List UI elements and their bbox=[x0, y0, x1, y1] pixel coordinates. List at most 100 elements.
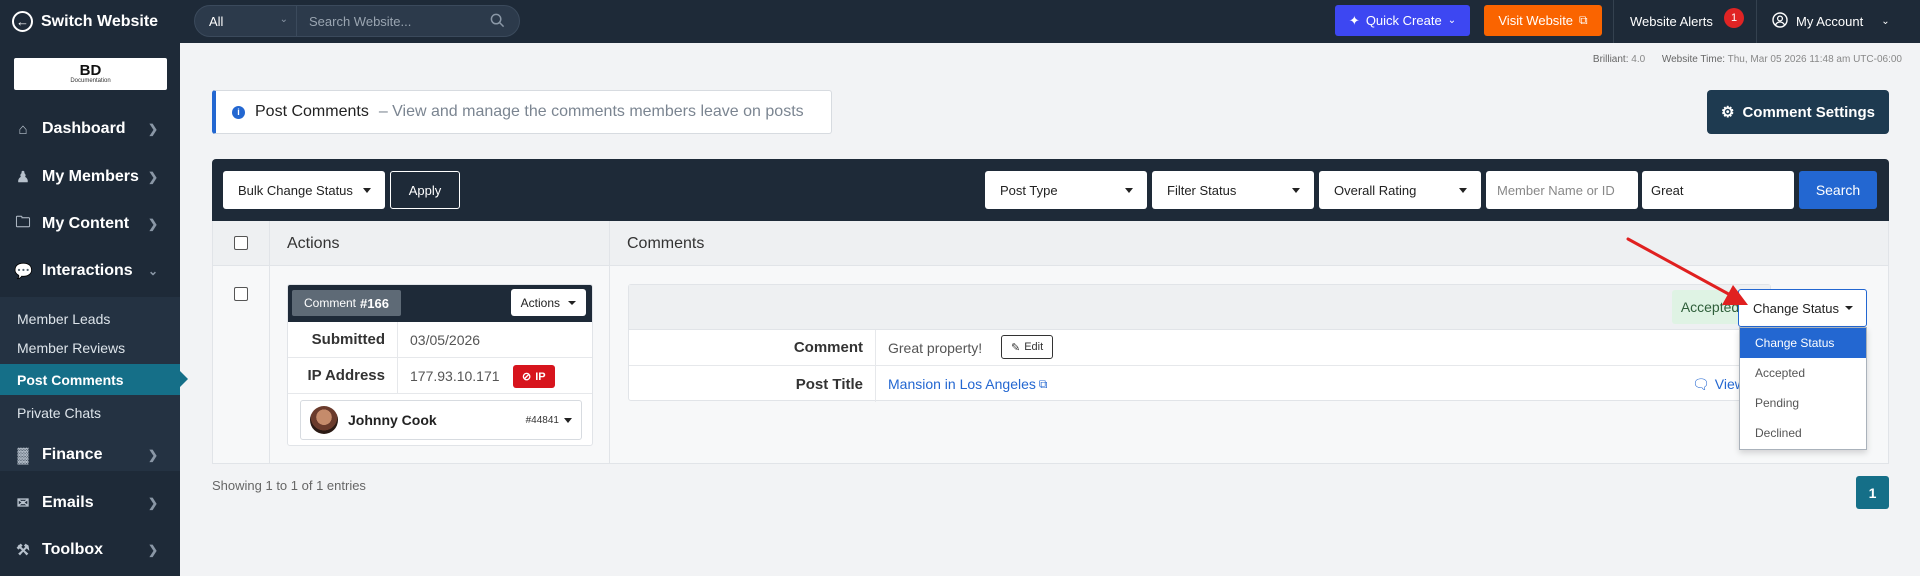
comment-settings-button[interactable]: ⚙ Comment Settings bbox=[1707, 90, 1889, 134]
ip-ban-button[interactable]: ⊘ IP bbox=[513, 365, 555, 388]
member-select[interactable]: Johnny Cook #44841 bbox=[300, 400, 582, 440]
view-post-link[interactable]: 🗨 View bbox=[1692, 366, 1745, 402]
tools-icon: ⚒ bbox=[16, 542, 30, 559]
page-title: Post Comments bbox=[255, 103, 369, 120]
sidebar-item-toolbox[interactable]: ⚒ Toolbox ❯ bbox=[0, 528, 180, 572]
column-divider bbox=[609, 221, 610, 464]
site-logo[interactable]: BD Documentation bbox=[14, 58, 167, 90]
info-icon: i bbox=[232, 105, 245, 119]
bulk-change-status-value: Bulk Change Status bbox=[238, 182, 353, 198]
sidebar-item-member-reviews[interactable]: Member Reviews bbox=[0, 333, 180, 363]
apply-label: Apply bbox=[408, 182, 442, 198]
status-option-accepted[interactable]: Accepted bbox=[1740, 358, 1866, 388]
caret-down-icon bbox=[363, 188, 371, 193]
sidebar-item-label: My Content bbox=[42, 215, 130, 232]
status-badge: Accepted bbox=[1672, 290, 1748, 324]
top-bar: ← Switch Website All ⌄ Search Website...… bbox=[0, 0, 1920, 43]
sidebar-item-emails[interactable]: ✉ Emails ❯ bbox=[0, 481, 180, 525]
post-title-link[interactable]: Mansion in Los Angeles ⧉ bbox=[888, 366, 1047, 402]
row-checkbox[interactable] bbox=[234, 287, 248, 301]
sidebar-item-label: Finance bbox=[42, 446, 103, 463]
caret-down-icon bbox=[1292, 188, 1300, 193]
comments-icon: 🗨 bbox=[1692, 375, 1710, 392]
sidebar-item-finance[interactable]: ▓ Finance ❯ bbox=[0, 433, 180, 477]
comments-table: Actions Comments Comment #166 Actions Su… bbox=[212, 221, 1889, 464]
submitted-value: 03/05/2026 bbox=[410, 331, 481, 348]
sidebar-item-my-members[interactable]: ♟ My Members ❯ bbox=[0, 155, 180, 199]
search-input[interactable]: Search Website... bbox=[297, 6, 519, 36]
status-option-change-status[interactable]: Change Status bbox=[1740, 328, 1866, 358]
switch-website-button[interactable]: ← Switch Website bbox=[12, 0, 158, 43]
status-option-declined[interactable]: Declined bbox=[1740, 418, 1866, 448]
select-all-checkbox[interactable] bbox=[234, 236, 248, 250]
visit-website-button[interactable]: Visit Website ⧉ bbox=[1484, 5, 1602, 36]
website-alerts-button[interactable]: Website Alerts 1 bbox=[1630, 0, 1744, 43]
change-status-menu: Change Status Accepted Pending Declined bbox=[1739, 327, 1867, 450]
member-name: Johnny Cook bbox=[348, 412, 437, 428]
overall-rating-value: Overall Rating bbox=[1334, 182, 1417, 198]
pagination-page-1[interactable]: 1 bbox=[1856, 476, 1889, 509]
row-actions-label: Actions bbox=[520, 295, 560, 310]
post-type-select[interactable]: Post Type bbox=[985, 171, 1147, 209]
search-icon[interactable] bbox=[490, 13, 505, 31]
website-alerts-label: Website Alerts bbox=[1630, 14, 1713, 29]
sparkle-icon: ✦ bbox=[1348, 12, 1360, 28]
version-value: 4.0 bbox=[1631, 54, 1646, 65]
external-link-icon: ⧉ bbox=[1038, 376, 1048, 391]
row-actions-button[interactable]: Actions bbox=[510, 289, 586, 316]
search-placeholder: Search Website... bbox=[309, 13, 412, 29]
member-name-placeholder: Member Name or ID bbox=[1497, 182, 1615, 198]
keyword-value: Great bbox=[1651, 182, 1684, 198]
ip-value: 177.93.10.171 bbox=[410, 367, 500, 384]
apply-button[interactable]: Apply bbox=[390, 171, 460, 209]
sidebar-item-dashboard[interactable]: ⌂ Dashboard ❯ bbox=[0, 107, 180, 151]
sidebar-item-label: Post Comments bbox=[17, 371, 124, 388]
comment-card-header: Comment #166 Actions bbox=[288, 285, 592, 322]
filter-status-select[interactable]: Filter Status bbox=[1152, 171, 1314, 209]
users-icon: ♟ bbox=[16, 169, 30, 186]
sidebar-item-interactions[interactable]: 💬 Interactions ⌄ bbox=[0, 249, 180, 293]
change-status-button[interactable]: Change Status bbox=[1738, 289, 1867, 327]
ip-label: IP Address bbox=[288, 358, 398, 393]
bulk-change-status-select[interactable]: Bulk Change Status bbox=[223, 171, 385, 209]
filter-bar: Bulk Change Status Apply Post Type Filte… bbox=[212, 159, 1889, 221]
site-meta: Brilliant: 4.0 Website Time: Thu, Mar 05… bbox=[1593, 54, 1902, 65]
keyword-input[interactable]: Great bbox=[1642, 171, 1794, 209]
divider bbox=[1756, 0, 1757, 43]
visit-website-label: Visit Website bbox=[1498, 13, 1574, 28]
search-scope-value: All bbox=[209, 13, 224, 29]
member-name-input[interactable]: Member Name or ID bbox=[1486, 171, 1638, 209]
sidebar: BD Documentation ⌂ Dashboard ❯ ♟ My Memb… bbox=[0, 43, 188, 576]
change-status-label: Change Status bbox=[1753, 300, 1840, 316]
chevron-right-icon: ❯ bbox=[147, 122, 158, 136]
quick-create-button[interactable]: ✦ Quick Create ⌄ bbox=[1335, 5, 1470, 36]
folder-icon: 🗀 bbox=[15, 213, 31, 231]
search-scope-select[interactable]: All ⌄ bbox=[195, 6, 297, 36]
alerts-badge: 1 bbox=[1724, 8, 1744, 28]
chevron-down-icon: ⌄ bbox=[279, 14, 288, 25]
status-option-pending[interactable]: Pending bbox=[1740, 388, 1866, 418]
table-header bbox=[213, 221, 1888, 266]
ban-icon: ⊘ bbox=[522, 371, 532, 383]
external-link-icon: ⧉ bbox=[1579, 13, 1588, 27]
website-time-value: Thu, Mar 05 2026 11:48 am UTC-06:00 bbox=[1727, 54, 1902, 65]
comment-settings-label: Comment Settings bbox=[1742, 103, 1875, 121]
sidebar-item-label: My Members bbox=[42, 168, 139, 185]
avatar bbox=[310, 406, 338, 434]
home-icon: ⌂ bbox=[18, 120, 28, 138]
chevron-right-icon: ❯ bbox=[147, 496, 158, 510]
sidebar-item-my-content[interactable]: 🗀 My Content ❯ bbox=[0, 202, 180, 246]
edit-label: Edit bbox=[1024, 341, 1044, 353]
sidebar-item-post-comments[interactable]: Post Comments bbox=[0, 364, 188, 395]
post-title-text: Mansion in Los Angeles bbox=[888, 376, 1036, 392]
search-button[interactable]: Search bbox=[1799, 171, 1877, 209]
sidebar-item-private-chats[interactable]: Private Chats bbox=[0, 398, 180, 428]
ip-row: IP Address 177.93.10.171 ⊘ IP bbox=[288, 358, 592, 394]
overall-rating-select[interactable]: Overall Rating bbox=[1319, 171, 1481, 209]
edit-comment-button[interactable]: ✎ Edit bbox=[1001, 335, 1054, 359]
divider bbox=[1613, 0, 1614, 43]
my-account-button[interactable]: My Account ⌄ bbox=[1772, 0, 1890, 43]
post-type-value: Post Type bbox=[1000, 182, 1058, 198]
sidebar-item-member-leads[interactable]: Member Leads bbox=[0, 304, 180, 334]
my-account-label: My Account bbox=[1796, 14, 1864, 29]
